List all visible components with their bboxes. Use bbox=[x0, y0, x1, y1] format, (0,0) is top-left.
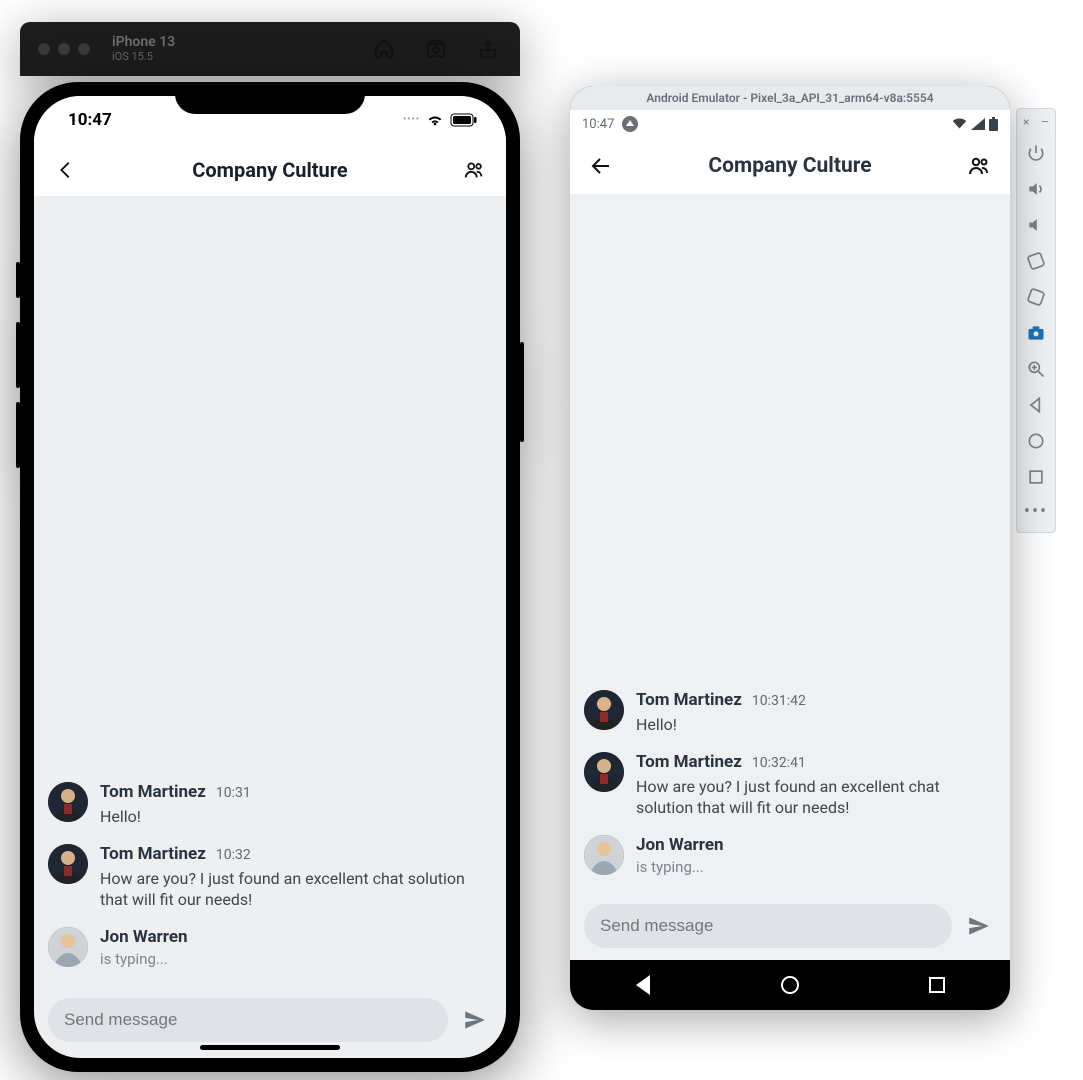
android-nav-bar bbox=[570, 960, 1010, 1010]
typing-author: Jon Warren bbox=[100, 927, 188, 947]
app-header: Company Culture bbox=[34, 144, 506, 196]
android-frame: Android Emulator - Pixel_3a_API_31_arm64… bbox=[570, 86, 1010, 1010]
avatar[interactable] bbox=[584, 752, 624, 792]
typing-indicator-row: Jon Warren is typing... bbox=[48, 927, 492, 968]
message-author: Tom Martinez bbox=[100, 844, 206, 864]
rotate-right-icon[interactable] bbox=[1022, 279, 1050, 315]
home-indicator[interactable] bbox=[200, 1045, 340, 1050]
back-button[interactable] bbox=[584, 149, 618, 183]
rotate-left-icon[interactable] bbox=[1022, 243, 1050, 279]
avatar[interactable] bbox=[48, 844, 88, 884]
emulator-side-toolbar: × – ••• bbox=[1016, 108, 1056, 533]
message-time: 10:32:41 bbox=[752, 755, 806, 771]
nav-recents-button[interactable] bbox=[926, 974, 948, 996]
app-header: Company Culture bbox=[570, 138, 1010, 194]
device-name: iPhone 13 bbox=[112, 35, 175, 50]
toolbar-close-button[interactable]: × bbox=[1023, 115, 1029, 129]
iphone-frame: 10:47 •••• Company Culture Tom Marti bbox=[20, 82, 520, 1072]
android-clock: 10:47 bbox=[582, 117, 614, 132]
message-author: Tom Martinez bbox=[636, 752, 742, 772]
ios-clock: 10:47 bbox=[68, 110, 112, 130]
simulator-device-label: iPhone 13 iOS 15.5 bbox=[112, 35, 175, 62]
back-button[interactable] bbox=[50, 154, 82, 186]
screenshot-icon[interactable] bbox=[420, 33, 452, 65]
battery-icon bbox=[450, 113, 478, 127]
message-composer bbox=[570, 898, 1010, 960]
message-author: Tom Martinez bbox=[100, 782, 206, 802]
message-input-wrap[interactable] bbox=[48, 998, 448, 1042]
cellular-icon bbox=[971, 118, 985, 130]
typing-author: Jon Warren bbox=[636, 835, 724, 855]
avatar[interactable] bbox=[584, 835, 624, 875]
nav-home-button[interactable] bbox=[779, 974, 801, 996]
emulator-titlebar: Android Emulator - Pixel_3a_API_31_arm64… bbox=[570, 86, 1010, 110]
message-time: 10:31 bbox=[216, 785, 251, 801]
avatar[interactable] bbox=[584, 690, 624, 730]
volume-down-icon[interactable] bbox=[1022, 207, 1050, 243]
message-row: Tom Martinez 10:32:41 How are you? I jus… bbox=[584, 752, 996, 819]
message-row: Tom Martinez 10:31 Hello! bbox=[48, 782, 492, 828]
message-text: Hello! bbox=[100, 806, 492, 828]
message-author: Tom Martinez bbox=[636, 690, 742, 710]
participants-button[interactable] bbox=[962, 149, 996, 183]
android-status-bar: 10:47 bbox=[570, 110, 1010, 138]
iphone-notch bbox=[175, 82, 365, 114]
message-text: How are you? I just found an excellent c… bbox=[100, 868, 492, 911]
wifi-icon bbox=[952, 118, 967, 130]
device-os: iOS 15.5 bbox=[112, 51, 175, 63]
nav-back-icon[interactable] bbox=[1022, 387, 1050, 423]
message-input[interactable] bbox=[600, 916, 936, 936]
chat-scroll-area[interactable]: Tom Martinez 10:31 Hello! Tom Martinez 1… bbox=[34, 196, 506, 992]
zoom-icon[interactable] bbox=[1022, 351, 1050, 387]
typing-indicator-row: Jon Warren is typing... bbox=[584, 835, 996, 876]
toolbar-minimize-button[interactable]: – bbox=[1041, 115, 1049, 129]
typing-text: is typing... bbox=[100, 950, 492, 968]
camera-icon[interactable] bbox=[1022, 315, 1050, 351]
home-icon[interactable] bbox=[368, 33, 400, 65]
send-button[interactable] bbox=[458, 1003, 492, 1037]
battery-icon bbox=[989, 117, 998, 131]
message-text: How are you? I just found an excellent c… bbox=[636, 776, 996, 819]
page-title: Company Culture bbox=[708, 154, 871, 178]
expo-icon bbox=[622, 116, 638, 132]
send-button[interactable] bbox=[962, 909, 996, 943]
window-traffic-lights[interactable] bbox=[38, 43, 90, 55]
android-emulator: Android Emulator - Pixel_3a_API_31_arm64… bbox=[570, 86, 1056, 1010]
message-input[interactable] bbox=[64, 1010, 432, 1030]
message-time: 10:32 bbox=[216, 847, 251, 863]
cellular-dots-icon: •••• bbox=[403, 115, 420, 125]
nav-home-icon[interactable] bbox=[1022, 423, 1050, 459]
simulator-toolbar: iPhone 13 iOS 15.5 bbox=[20, 22, 520, 76]
nav-back-button[interactable] bbox=[632, 974, 654, 996]
participants-button[interactable] bbox=[458, 154, 490, 186]
nav-recents-icon[interactable] bbox=[1022, 459, 1050, 495]
typing-text: is typing... bbox=[636, 858, 996, 876]
message-time: 10:31:42 bbox=[752, 693, 806, 709]
avatar[interactable] bbox=[48, 782, 88, 822]
volume-up-icon[interactable] bbox=[1022, 171, 1050, 207]
message-row: Tom Martinez 10:31:42 Hello! bbox=[584, 690, 996, 736]
iphone-simulator: iPhone 13 iOS 15.5 10:47 •••• bbox=[20, 22, 520, 1072]
message-row: Tom Martinez 10:32 How are you? I just f… bbox=[48, 844, 492, 911]
more-icon[interactable]: ••• bbox=[1024, 501, 1048, 522]
page-title: Company Culture bbox=[192, 158, 347, 182]
chat-scroll-area[interactable]: Tom Martinez 10:31:42 Hello! Tom Martine… bbox=[570, 194, 1010, 898]
wifi-icon bbox=[426, 113, 444, 127]
share-icon[interactable] bbox=[472, 33, 504, 65]
avatar[interactable] bbox=[48, 927, 88, 967]
message-text: Hello! bbox=[636, 714, 996, 736]
power-icon[interactable] bbox=[1022, 135, 1050, 171]
message-input-wrap[interactable] bbox=[584, 904, 952, 948]
